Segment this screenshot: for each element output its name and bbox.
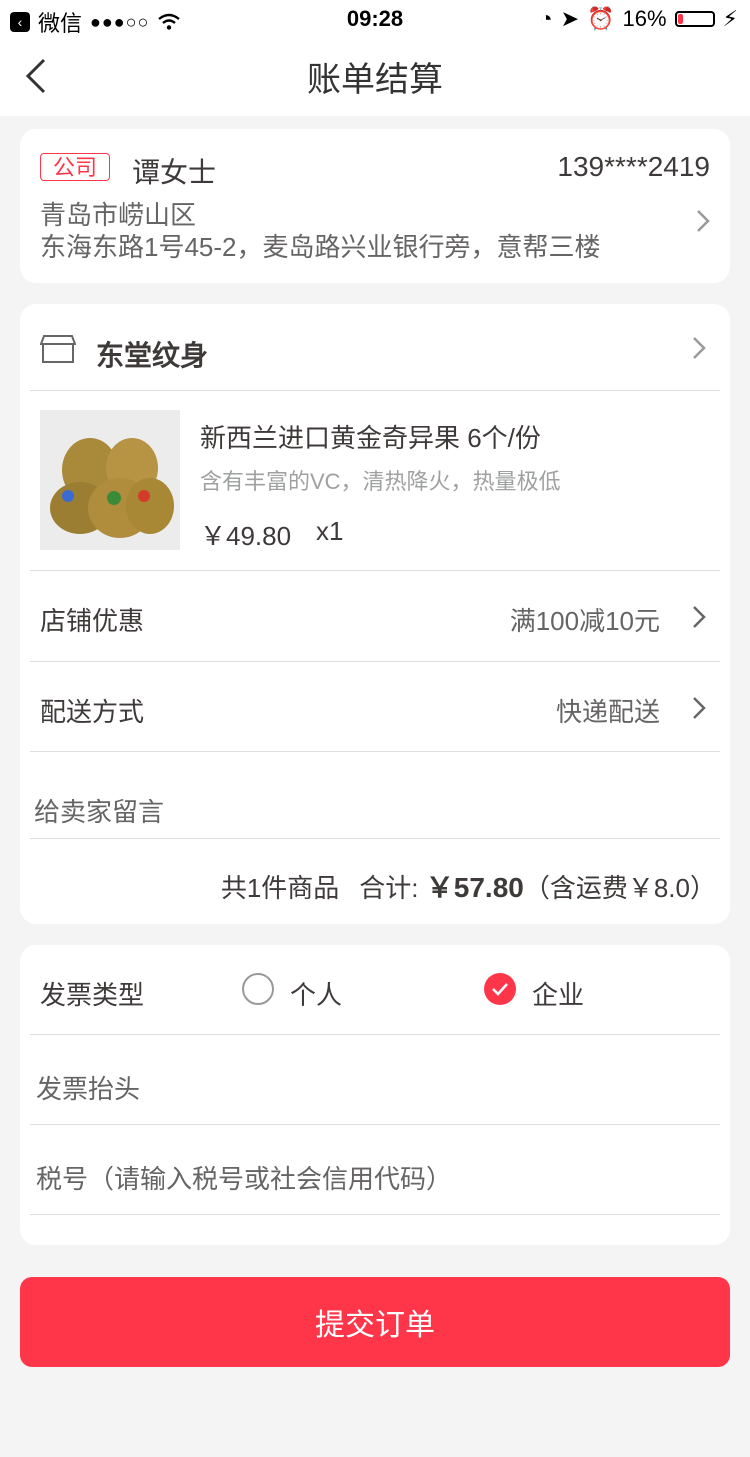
total-label: 合计: (359, 873, 419, 903)
item-count: 共1件商品 (220, 873, 340, 903)
recipient-phone: 139****2419 (557, 151, 710, 182)
invoice-company-label[interactable]: 企业 (532, 975, 584, 1012)
address-street: 东海东路1号45-2，麦岛路兴业银行旁，意帮三楼 (40, 232, 601, 262)
product-title[interactable]: 新西兰进口黄金奇异果 6个/份 (200, 418, 541, 455)
delivery-value: 快递配送 (555, 697, 660, 727)
shop-header[interactable]: 东堂纹身 (30, 304, 720, 391)
delivery-label: 配送方式 (40, 697, 145, 727)
shipping-note: （含运费￥8.0） (523, 873, 716, 903)
invoice-personal-radio[interactable] (242, 973, 274, 1005)
tax-id-input[interactable] (34, 1163, 698, 1196)
location-icon: ➤ (560, 6, 580, 31)
address-card[interactable]: 公司 谭女士 139****2419 青岛市崂山区 东海东路1号45-2，麦岛路… (20, 129, 730, 283)
discount-row[interactable]: 店铺优惠 满100减10元 (30, 570, 720, 661)
product-quantity: x1 (316, 516, 344, 546)
battery-percent: 16% (622, 6, 667, 31)
product-image[interactable] (40, 410, 180, 550)
discount-label: 店铺优惠 (40, 606, 145, 636)
seller-message-row[interactable]: 给卖家留言 (30, 751, 720, 839)
check-icon (492, 983, 508, 996)
invoice-company-radio[interactable] (484, 973, 516, 1005)
page-title: 账单结算 (307, 61, 443, 99)
battery-level (677, 14, 684, 24)
status-right: ◔ ➤ ⏰ 16% ⚡ (539, 6, 738, 32)
invoice-card: 发票类型 个人 企业 (20, 945, 730, 1245)
order-card: 东堂纹身 新西兰进口黄金奇异果 6个/份 含有丰富的VC，清热降火，热量极低 ￥… (20, 304, 730, 924)
total-amount: ￥57.80 (425, 872, 524, 903)
product-description: 含有丰富的VC，清热降火，热量极低 (200, 469, 561, 494)
kiwi-fruit-icon (40, 410, 180, 550)
divider (30, 1034, 720, 1035)
invoice-type-label: 发票类型 (40, 980, 145, 1010)
chevron-right-icon[interactable] (692, 336, 706, 360)
alarm-icon: ⏰ (587, 6, 615, 31)
recipient-name: 谭女士 (132, 157, 217, 188)
nav-bar: 账单结算 (0, 38, 750, 116)
address-tag: 公司 (40, 153, 110, 181)
invoice-title-input[interactable] (34, 1073, 698, 1106)
rotation-lock-icon: ◔ (539, 6, 553, 31)
product-price: ￥49.80 (200, 521, 292, 551)
seller-message-input[interactable]: 给卖家留言 (34, 792, 164, 829)
divider (30, 1214, 720, 1215)
shop-name: 东堂纹身 (96, 340, 209, 371)
invoice-personal-label[interactable]: 个人 (290, 975, 342, 1012)
charging-icon: ⚡ (722, 6, 738, 31)
chevron-right-icon[interactable] (692, 605, 706, 629)
divider (30, 1124, 720, 1125)
chevron-right-icon[interactable] (692, 696, 706, 720)
shop-icon (40, 335, 76, 363)
status-bar: ‹ 微信 ●●●○○ 09:28 ◔ ➤ ⏰ 16% ⚡ (0, 0, 750, 38)
discount-value: 满100减10元 (509, 606, 660, 636)
chevron-right-icon[interactable] (696, 209, 710, 233)
order-summary: 共1件商品 合计: ￥57.80（含运费￥8.0） (221, 866, 716, 906)
submit-order-button[interactable]: 提交订单 (20, 1277, 730, 1367)
battery-icon (674, 11, 715, 27)
delivery-row[interactable]: 配送方式 快递配送 (30, 661, 720, 752)
